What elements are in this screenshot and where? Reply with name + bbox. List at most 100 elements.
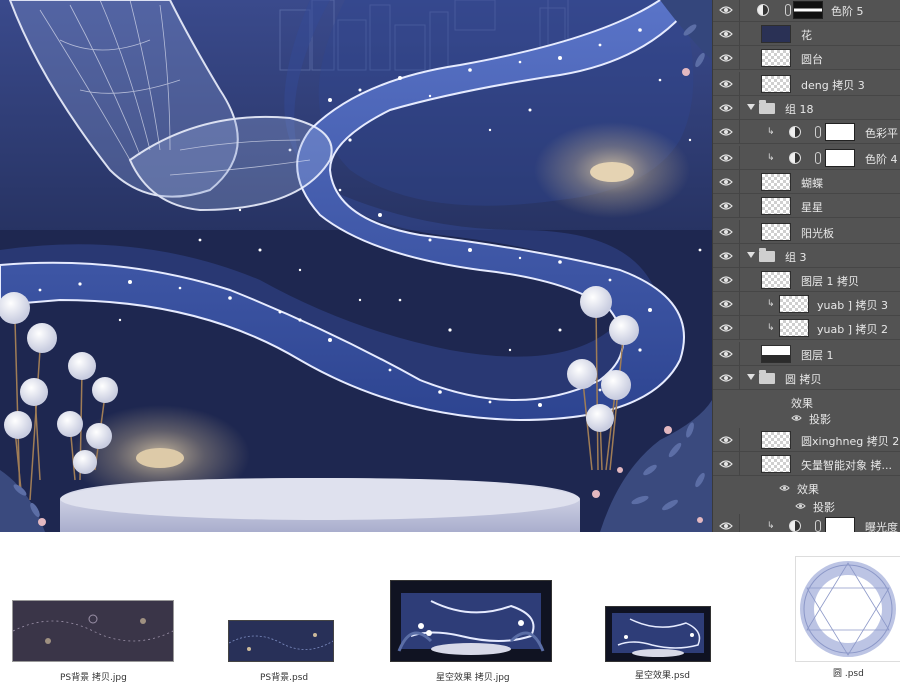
divider (739, 244, 740, 268)
layer-mask-thumbnail (825, 123, 855, 141)
file-name: PS背景 拷贝.jpg (60, 673, 127, 683)
link-chain-icon (785, 4, 791, 16)
background-pattern-icon (228, 633, 334, 651)
divider (739, 0, 740, 22)
expand-triangle-icon[interactable] (747, 104, 755, 110)
adjustment-layer-icon (757, 4, 769, 16)
file-name: 星空效果 拷贝.jpg (436, 673, 510, 683)
visibility-eye-icon[interactable] (719, 249, 733, 263)
layer-name: 圆xinghneg 拷贝 2 (801, 435, 900, 448)
visibility-eye-icon[interactable] (719, 519, 733, 532)
layer-name: 投影 (813, 501, 835, 514)
layer-thumbnail (761, 345, 791, 363)
layer-name: 色阶 5 (831, 5, 864, 18)
divider (739, 316, 740, 340)
layer-row[interactable]: 效果 (713, 476, 900, 496)
layer-name: 花 (801, 29, 812, 42)
divider (739, 22, 740, 46)
visibility-eye-icon[interactable] (719, 433, 733, 447)
link-chain-icon (815, 152, 821, 164)
layer-name: 图层 1 (801, 349, 834, 362)
divider (739, 452, 740, 476)
layer-row[interactable]: 花 (713, 22, 900, 46)
expand-triangle-icon[interactable] (747, 374, 755, 380)
visibility-eye-icon[interactable] (719, 51, 733, 65)
file-browser: PS背景 拷贝.jpg PS背景.psd 星空效果 拷贝.jpg 星空效果.ps… (0, 532, 900, 683)
starry-scene-icon (397, 593, 545, 655)
layer-thumbnail (761, 25, 791, 43)
divider (739, 72, 740, 96)
visibility-eye-icon[interactable] (719, 457, 733, 471)
visibility-eye-icon[interactable] (719, 3, 733, 17)
divider (739, 366, 740, 390)
divider (739, 268, 740, 292)
layer-name: 矢量智能对象 拷... (801, 459, 892, 472)
visibility-eye-icon[interactable] (719, 77, 733, 91)
layer-row[interactable]: ↳ 色彩平 (713, 120, 900, 144)
divider (739, 194, 740, 218)
adjustment-layer-icon (789, 520, 801, 532)
visibility-eye-icon[interactable] (719, 371, 733, 385)
divider (739, 428, 740, 452)
layer-row[interactable]: 蝴蝶 (713, 170, 900, 194)
divider (739, 514, 740, 532)
clipping-arrow-icon: ↳ (767, 323, 775, 333)
layer-name: 蝴蝶 (801, 177, 823, 190)
layer-row[interactable]: ↳ 曝光度 (713, 514, 900, 532)
layer-row[interactable]: 星星 (713, 194, 900, 218)
visibility-eye-icon[interactable] (791, 413, 802, 423)
layer-thumbnail (779, 295, 809, 313)
clipping-arrow-icon: ↳ (767, 299, 775, 309)
layer-row[interactable]: ↳ yuab ] 拷贝 3 (713, 292, 900, 316)
layer-thumbnail (761, 431, 791, 449)
layer-row[interactable]: ↳ yuab ] 拷贝 2 (713, 316, 900, 340)
layer-row[interactable]: 图层 1 拷贝 (713, 268, 900, 292)
visibility-eye-icon[interactable] (719, 347, 733, 361)
layer-row[interactable]: 图层 1 (713, 342, 900, 366)
layer-row[interactable]: 矢量智能对象 拷... (713, 452, 900, 476)
layer-row[interactable]: 圆 拷贝 (713, 366, 900, 390)
starry-effect-jpg-thumbnail (390, 580, 552, 662)
expand-triangle-icon[interactable] (747, 252, 755, 258)
layer-thumbnail (779, 319, 809, 337)
visibility-eye-icon[interactable] (719, 273, 733, 287)
layer-row[interactable]: 阳光板 (713, 220, 900, 244)
visibility-eye-icon[interactable] (779, 483, 790, 493)
layer-thumbnail (761, 455, 791, 473)
visibility-eye-icon[interactable] (719, 175, 733, 189)
layer-name: 色彩平 (865, 127, 898, 140)
layer-row[interactable]: 投影 (713, 406, 900, 426)
layer-name: yuab ] 拷贝 2 (817, 323, 888, 336)
visibility-eye-icon[interactable] (719, 125, 733, 139)
layer-name: yuab ] 拷贝 3 (817, 299, 888, 312)
layer-row[interactable]: 色阶 5 (713, 0, 900, 22)
visibility-eye-icon[interactable] (719, 225, 733, 239)
layer-row[interactable]: ↳ 色阶 4 (713, 146, 900, 170)
canvas-artwork[interactable] (0, 0, 712, 532)
link-chain-icon (815, 520, 821, 532)
visibility-eye-icon[interactable] (719, 151, 733, 165)
visibility-eye-icon[interactable] (795, 501, 806, 511)
layer-row[interactable]: 组 18 (713, 96, 900, 120)
layer-thumbnail (761, 49, 791, 67)
visibility-eye-icon[interactable] (719, 321, 733, 335)
layer-row[interactable]: 圆台 (713, 46, 900, 70)
layer-thumbnail (761, 75, 791, 93)
background-pattern-icon (12, 614, 174, 644)
divider (739, 120, 740, 144)
layer-row[interactable]: 圆xinghneg 拷贝 2 (713, 428, 900, 452)
visibility-eye-icon[interactable] (719, 101, 733, 115)
layer-row[interactable]: 组 3 (713, 244, 900, 268)
layer-name: 组 3 (785, 251, 807, 264)
visibility-eye-icon[interactable] (719, 27, 733, 41)
visibility-eye-icon[interactable] (719, 199, 733, 213)
layer-name: 阳光板 (801, 227, 834, 240)
layer-row[interactable]: deng 拷贝 3 (713, 72, 900, 96)
divider (739, 46, 740, 70)
visibility-eye-icon[interactable] (719, 297, 733, 311)
layer-mask-thumbnail (793, 1, 823, 19)
layer-row[interactable]: 投影 (713, 494, 900, 514)
starry-scene-icon (612, 613, 704, 657)
divider (739, 170, 740, 194)
folder-icon (759, 100, 775, 114)
